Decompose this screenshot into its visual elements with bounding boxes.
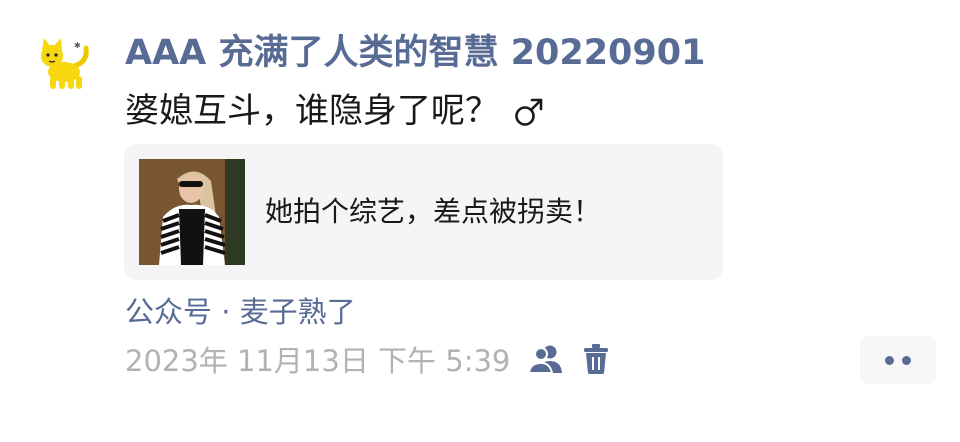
more-dot-icon — [885, 355, 894, 365]
trash-icon[interactable] — [582, 343, 610, 379]
friends-icon[interactable] — [528, 343, 564, 379]
male-sign-icon — [513, 94, 545, 140]
post-text-content: 婆媳互斗，谁隐身了呢？ — [125, 91, 499, 131]
cat-avatar-icon: ✱ — [41, 38, 89, 89]
meta-row: 2023年 11月13日 下午 5:39 — [125, 340, 610, 382]
svg-text:✱: ✱ — [74, 41, 81, 50]
more-dot-icon — [902, 355, 911, 365]
link-card[interactable]: 她拍个综艺，差点被拐卖！ — [124, 144, 723, 280]
link-card-title: 她拍个综艺，差点被拐卖！ — [265, 195, 602, 228]
more-button[interactable] — [860, 336, 936, 384]
source-link[interactable]: 公众号 · 麦子熟了 — [125, 292, 356, 332]
avatar[interactable]: ✱ — [30, 36, 94, 92]
author-name[interactable]: AAA 充满了人类的智慧 20220901 — [125, 30, 705, 76]
post-text: 婆媳互斗，谁隐身了呢？ — [125, 88, 545, 140]
timestamp: 2023年 11月13日 下午 5:39 — [125, 344, 511, 378]
link-thumbnail — [139, 159, 245, 265]
